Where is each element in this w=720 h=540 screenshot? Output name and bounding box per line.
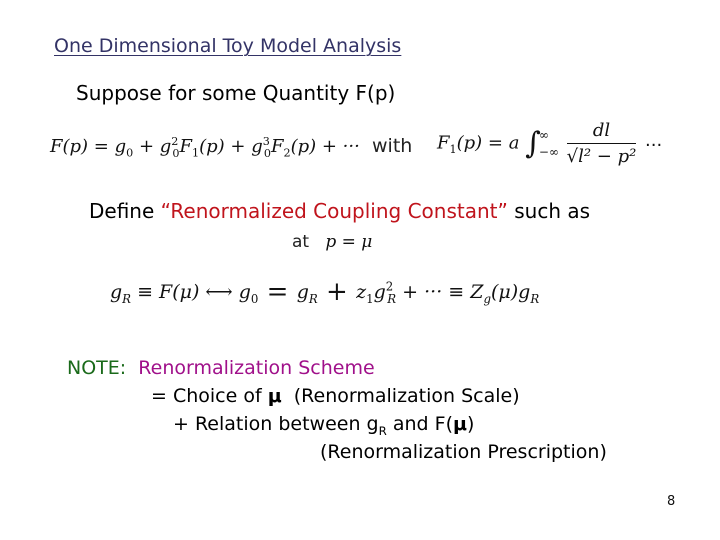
eq3-sub: R: [387, 291, 397, 306]
eq3-sub: g: [483, 291, 491, 306]
eq1-term: F: [270, 136, 284, 157]
eq3-term: (μ)g: [490, 281, 531, 303]
at-word: at: [292, 232, 310, 252]
prescription-line: (Renormalization Prescription): [320, 441, 607, 463]
define-line: Define “Renormalized Coupling Constant” …: [89, 199, 590, 223]
page-number: 8: [667, 494, 676, 509]
choice-suffix: (Renormalization Scale): [281, 385, 520, 407]
lower-limit: −∞: [538, 144, 559, 159]
note-label: NOTE:: [67, 357, 127, 379]
fraction: dl √l² − p²: [566, 120, 637, 167]
eq1-term: (p) + g: [199, 136, 263, 157]
slide-title: One Dimensional Toy Model Analysis: [54, 35, 402, 57]
define-highlight: “Renormalized Coupling Constant”: [160, 199, 508, 223]
eq1-term: (p) + ···: [290, 136, 360, 157]
relation-mid: and F(: [386, 413, 453, 435]
eq1-sub: 0: [172, 146, 180, 160]
upper-limit: ∞: [538, 127, 549, 142]
choice-line: = Choice of μ (Renormalization Scale): [151, 385, 520, 407]
define-prefix: Define: [89, 199, 161, 223]
eq3-plus: +: [317, 277, 357, 307]
relation-line: + Relation between gR and F(μ): [173, 413, 474, 438]
relation-prefix: + Relation between g: [173, 413, 379, 435]
eq3-sub: R: [530, 291, 540, 306]
eq3-sub: 1: [366, 291, 374, 306]
with-label: with: [372, 135, 413, 157]
coupling-equation: gR ≡ F(μ) ⟷ g0 = gR + z1g2R + ··· ≡ Zg(μ…: [110, 277, 539, 307]
fraction-numerator: dl: [566, 120, 637, 144]
note-line: NOTE: Renormalization Scheme: [67, 357, 375, 379]
choice-prefix: = Choice of: [151, 385, 268, 407]
eq3-equals: =: [258, 277, 297, 307]
eq3-sub: R: [122, 291, 132, 306]
at-condition-line: at p = μ: [292, 232, 372, 252]
eq3-term: z: [356, 281, 367, 303]
at-condition: p = μ: [325, 232, 373, 252]
mu-symbol: μ: [267, 385, 282, 407]
eq1-sub: 0: [263, 146, 271, 160]
integral-equation: F1(p) = a ∫ ∞ −∞ dl √l² − p²: [437, 120, 637, 167]
fraction-denominator: √l² − p²: [566, 146, 637, 167]
relation-sub: R: [378, 423, 387, 438]
suppose-text: Suppose for some Quantity F(p): [76, 81, 396, 105]
eq2-sub: 1: [449, 143, 457, 157]
eq2-term: F: [437, 132, 450, 154]
eq1-term: F: [179, 136, 193, 157]
eq1-term: + g: [133, 136, 172, 157]
define-suffix: such as: [507, 199, 591, 223]
eq3-term: g: [296, 281, 309, 303]
note-scheme: Renormalization Scheme: [138, 357, 375, 379]
eq2-term: (p) = a: [456, 132, 520, 154]
eq3-term: g: [373, 281, 386, 303]
eq1-lhs: F(p) = g: [50, 136, 127, 157]
eq1-sub: 2: [283, 146, 291, 160]
eq3-term: g: [110, 281, 123, 303]
mu-symbol: μ: [452, 413, 467, 435]
expansion-equation: F(p) = g0 + g20F1(p) + g30F2(p) + ···: [50, 135, 360, 160]
eq3-sub: R: [308, 291, 318, 306]
integral-sign: ∫: [525, 126, 541, 161]
eq3-term: + ··· ≡ Z: [396, 281, 484, 303]
relation-end: ): [466, 413, 475, 435]
eq3-term: ≡ F(μ) ⟷ g: [131, 281, 251, 303]
trailing-ellipsis: ···: [645, 135, 663, 156]
integral-limits: ∞ −∞: [539, 127, 559, 161]
